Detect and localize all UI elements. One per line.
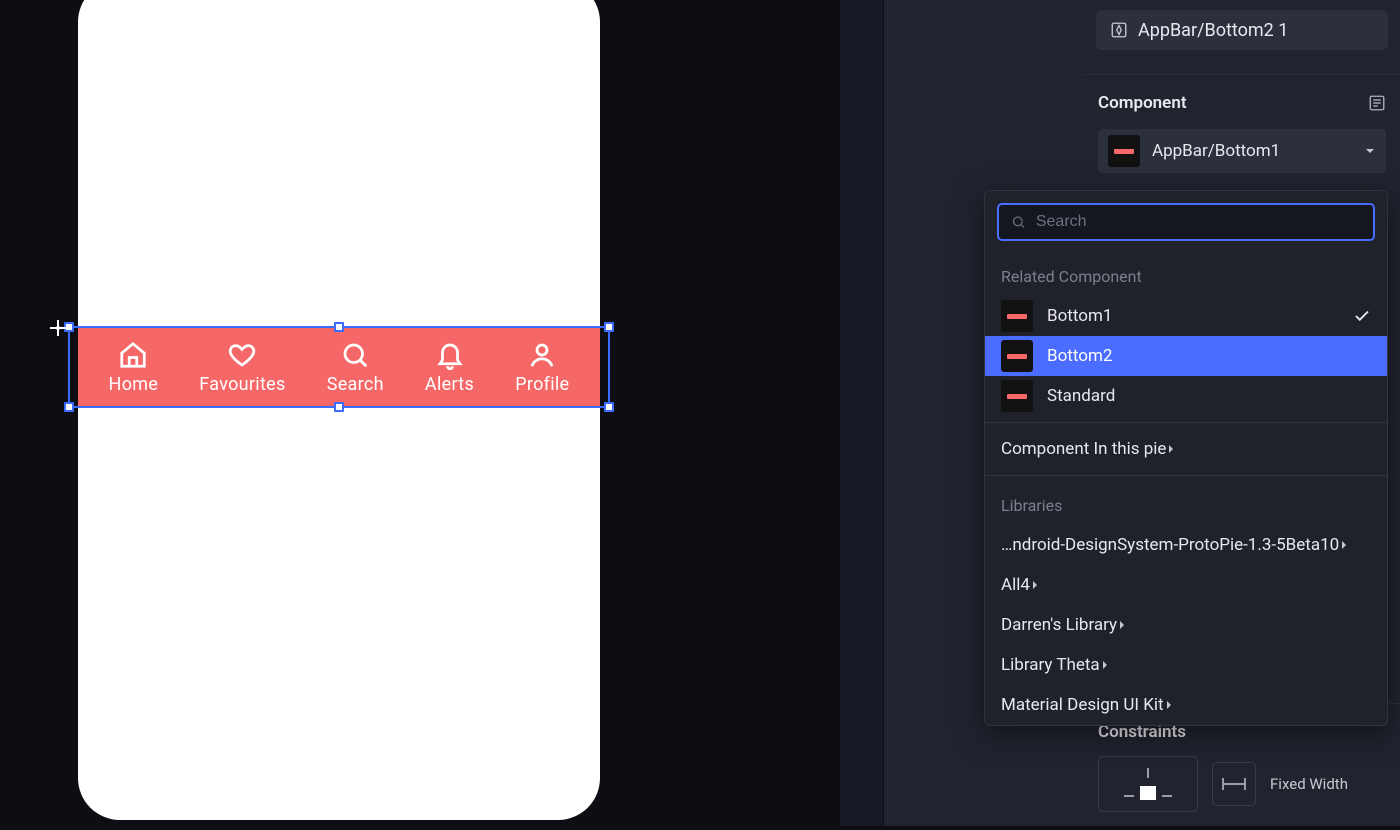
canvas[interactable]: Home Favourites Search Alerts Profile xyxy=(0,0,840,826)
chevron-right-icon xyxy=(1164,700,1174,710)
instance-icon xyxy=(1110,21,1128,39)
component-thumb xyxy=(1001,380,1033,412)
component-thumb xyxy=(1001,300,1033,332)
layer-name-text: AppBar/Bottom2 1 xyxy=(1138,20,1288,41)
resize-handle-bl[interactable] xyxy=(64,402,74,412)
component-thumb xyxy=(1001,340,1033,372)
item-label: Library Theta xyxy=(1001,655,1100,675)
chevron-right-icon xyxy=(1339,540,1349,550)
item-label: Bottom1 xyxy=(1047,306,1112,326)
selection-bounds xyxy=(68,326,610,408)
item-label: …ndroid-DesignSystem-ProtoPie-1.3-5Beta1… xyxy=(1001,535,1339,555)
library-item-1[interactable]: All4 xyxy=(985,565,1387,605)
group-label-related: Related Component xyxy=(985,253,1387,296)
resize-handle-tr[interactable] xyxy=(604,322,614,332)
chevron-right-icon xyxy=(1117,620,1127,630)
related-item-bottom2[interactable]: Bottom2 xyxy=(985,336,1387,376)
separator xyxy=(985,475,1387,476)
item-label: Darren's Library xyxy=(1001,615,1117,635)
group-label-libraries: Libraries xyxy=(985,482,1387,525)
component-in-pie-row[interactable]: Component In this pie xyxy=(985,429,1387,469)
chevron-right-icon xyxy=(1100,660,1110,670)
library-item-3[interactable]: Library Theta xyxy=(985,645,1387,685)
chevron-down-icon xyxy=(1364,145,1376,157)
resize-handle-tm[interactable] xyxy=(334,322,344,332)
chevron-right-icon xyxy=(1166,444,1176,454)
side-column xyxy=(840,0,884,826)
origin-indicator[interactable] xyxy=(50,320,66,336)
check-icon xyxy=(1353,307,1371,325)
detail-icon[interactable] xyxy=(1368,94,1386,112)
search-input[interactable] xyxy=(1036,213,1361,231)
chevron-right-icon xyxy=(1030,580,1040,590)
constraint-pin-editor[interactable] xyxy=(1098,756,1198,812)
item-label: Standard xyxy=(1047,386,1115,406)
constraint-width-mode[interactable] xyxy=(1212,762,1256,806)
width-mode-label: Fixed Width xyxy=(1270,775,1348,793)
related-item-standard[interactable]: Standard xyxy=(985,376,1387,416)
component-section: Component AppBar/Bottom1 xyxy=(1084,74,1400,183)
search-field[interactable] xyxy=(997,203,1375,241)
section-title: Component xyxy=(1098,93,1187,113)
component-thumb xyxy=(1108,135,1140,167)
layer-name-chip[interactable]: AppBar/Bottom2 1 xyxy=(1096,10,1388,50)
separator xyxy=(985,422,1387,423)
resize-handle-bm[interactable] xyxy=(334,402,344,412)
item-label: All4 xyxy=(1001,575,1030,595)
component-selector-value: AppBar/Bottom1 xyxy=(1152,141,1280,161)
resize-handle-br[interactable] xyxy=(604,402,614,412)
component-picker-popup: Related Component Bottom1 Bottom2 Standa… xyxy=(984,190,1388,726)
related-item-bottom1[interactable]: Bottom1 xyxy=(985,296,1387,336)
library-item-4[interactable]: Material Design UI Kit xyxy=(985,685,1387,725)
library-item-0[interactable]: …ndroid-DesignSystem-ProtoPie-1.3-5Beta1… xyxy=(985,525,1387,565)
item-label: Component In this pie xyxy=(1001,439,1166,459)
item-label: Material Design UI Kit xyxy=(1001,695,1164,715)
component-selector[interactable]: AppBar/Bottom1 xyxy=(1098,129,1386,173)
library-item-2[interactable]: Darren's Library xyxy=(985,605,1387,645)
item-label: Bottom2 xyxy=(1047,346,1112,366)
search-icon xyxy=(1011,214,1026,230)
